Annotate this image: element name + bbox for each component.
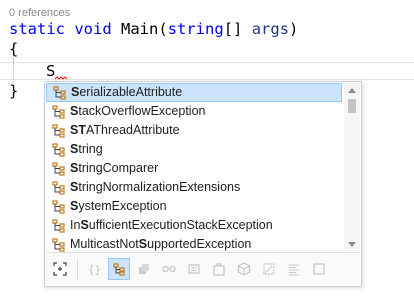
delegate-icon	[213, 263, 225, 276]
completion-item[interactable]: String	[46, 140, 342, 159]
class-icon	[50, 123, 68, 139]
filter-separator	[77, 258, 78, 280]
completion-item-label: String	[70, 140, 103, 159]
completion-item-label: StringNormalizationExtensions	[70, 178, 240, 197]
completion-item-label: InSufficientExecutionStackException	[70, 216, 273, 235]
namespace-icon: {}	[88, 263, 101, 276]
completion-popup[interactable]: SerializableAttribute StackOverflowExcept…	[44, 81, 362, 287]
indent-guide	[13, 58, 14, 84]
completion-scrollbar[interactable]	[344, 83, 360, 251]
label-rest: AThreadAttribute	[85, 123, 180, 137]
class-icon	[50, 199, 68, 215]
label-prefix: MulticastNot	[70, 237, 139, 251]
expand-scope-icon	[53, 262, 67, 276]
class-icon	[50, 161, 68, 177]
label-match: S	[138, 237, 148, 251]
module-icon	[237, 262, 251, 276]
static-keyword: static	[9, 20, 65, 38]
snippet-icon	[263, 263, 275, 275]
filter-delegate-button[interactable]	[208, 258, 230, 280]
label-rest: tringComparer	[78, 161, 159, 175]
completion-item[interactable]: SystemException	[46, 197, 342, 216]
paren-close: )	[289, 20, 299, 38]
filter-keyword-button[interactable]	[283, 258, 305, 280]
label-rest: erializableAttribute	[79, 85, 183, 99]
label-rest: upportedException	[147, 237, 252, 251]
filter-namespace-button[interactable]: {}	[83, 258, 105, 280]
svg-text:{}: {}	[88, 263, 101, 276]
completion-item-label: STAThreadAttribute	[70, 121, 180, 140]
label-rest: ystemException	[78, 199, 167, 213]
expand-scope-button[interactable]	[49, 258, 71, 280]
label-prefix: In	[70, 218, 81, 232]
paren-open: (	[158, 20, 168, 38]
completion-list[interactable]: SerializableAttribute StackOverflowExcept…	[46, 83, 342, 254]
completion-filter-bar: {}	[46, 252, 360, 285]
class-icon	[50, 218, 68, 234]
enum-icon	[188, 264, 200, 274]
class-icon	[113, 263, 125, 276]
codelens-references[interactable]: 0 references	[9, 7, 70, 19]
brace-open: {	[9, 40, 19, 58]
interface-icon	[162, 265, 176, 273]
parameter-name: args	[251, 20, 290, 38]
class-icon	[50, 180, 68, 196]
filter-struct-button[interactable]	[133, 258, 155, 280]
struct-icon	[139, 264, 149, 274]
typed-text[interactable]: S	[46, 62, 55, 80]
scroll-down-arrow[interactable]	[344, 237, 360, 251]
filter-generic-button[interactable]	[308, 258, 330, 280]
label-rest: tackOverflowException	[78, 104, 206, 118]
completion-item[interactable]: StringNormalizationExtensions	[46, 178, 342, 197]
class-icon	[50, 104, 68, 120]
label-rest: tring	[78, 142, 103, 156]
label-rest: tringNormalizationExtensions	[78, 180, 241, 194]
brace-close: }	[9, 82, 19, 100]
error-squiggle	[55, 76, 67, 80]
method-signature-line: static void Main(string[] args)	[9, 20, 298, 38]
completion-item-label: StackOverflowException	[70, 102, 205, 121]
class-icon	[50, 237, 68, 253]
filter-class-button[interactable]	[108, 258, 130, 280]
void-keyword: void	[74, 20, 112, 38]
completion-item[interactable]: StringComparer	[46, 159, 342, 178]
label-match: S	[80, 218, 89, 232]
completion-item[interactable]: InSufficientExecutionStackException	[46, 216, 342, 235]
completion-item[interactable]: SerializableAttribute	[46, 83, 342, 102]
label-match: ST	[70, 123, 86, 137]
generic-icon	[313, 263, 325, 275]
filter-snippet-button[interactable]	[258, 258, 280, 280]
label-rest: ufficientExecutionStackException	[88, 218, 273, 232]
filter-module-button[interactable]	[233, 258, 255, 280]
completion-item-label: StringComparer	[70, 159, 158, 178]
scroll-up-arrow[interactable]	[344, 83, 360, 97]
completion-item-label: SerializableAttribute	[71, 84, 182, 101]
filter-interface-button[interactable]	[158, 258, 180, 280]
scroll-thumb[interactable]	[348, 99, 356, 113]
class-icon	[51, 85, 69, 101]
string-keyword: string	[167, 20, 224, 38]
keyword-icon	[289, 264, 299, 276]
method-name: Main	[121, 20, 159, 38]
completion-item[interactable]: STAThreadAttribute	[46, 121, 342, 140]
filter-enum-button[interactable]	[183, 258, 205, 280]
completion-item[interactable]: StackOverflowException	[46, 102, 342, 121]
class-icon	[50, 142, 68, 158]
array-brackets: []	[223, 20, 243, 38]
completion-item-label: SystemException	[70, 197, 167, 216]
